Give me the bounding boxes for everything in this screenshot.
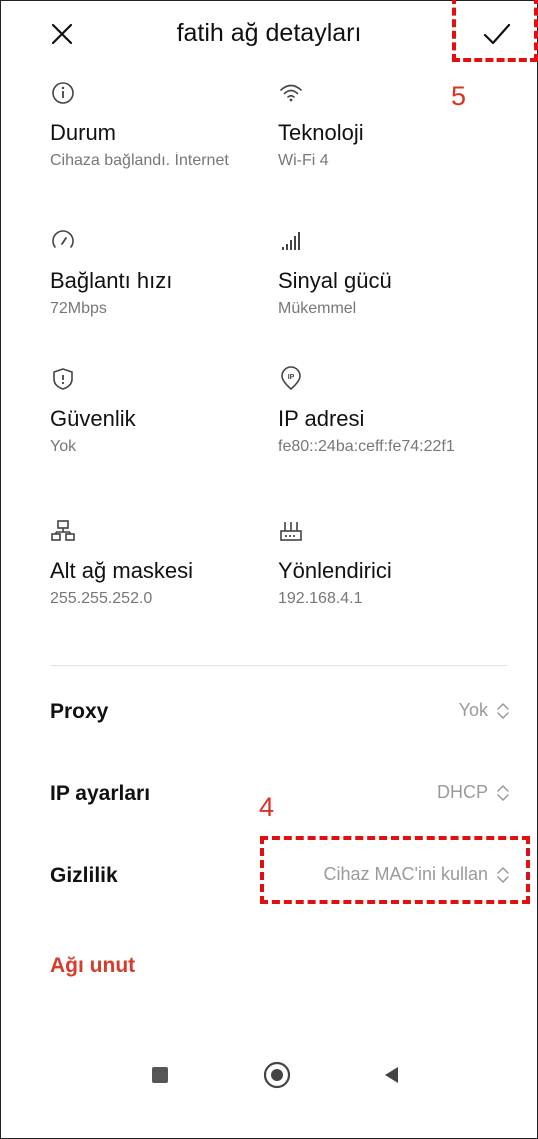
detail-label: Bağlantı hızı (50, 268, 173, 293)
ip-settings-row[interactable]: IP ayarları DHCP (50, 770, 510, 820)
ip-settings-select[interactable]: DHCP (437, 782, 510, 803)
navigation-bar (0, 1055, 538, 1105)
back-button[interactable] (372, 1055, 412, 1095)
section-divider (50, 665, 508, 666)
chevron-up-down-icon (497, 784, 509, 801)
detail-label: Sinyal gücü (278, 268, 392, 293)
chevron-up-down-icon (497, 702, 509, 719)
proxy-value: Yok (458, 700, 488, 720)
svg-text:IP: IP (288, 374, 295, 381)
ip-settings-value: DHCP (436, 782, 488, 802)
detail-value: Cihaza bağlandı. İnternet (50, 152, 229, 169)
detail-label: Güvenlik (50, 406, 136, 431)
detail-label: IP adresi (278, 406, 365, 431)
recents-button[interactable] (140, 1055, 180, 1095)
square-icon (152, 1067, 168, 1083)
signal-bars-icon (282, 232, 300, 250)
router-icon (280, 522, 302, 541)
speedometer-icon (52, 230, 74, 248)
annotation-box-confirm (452, 0, 538, 62)
proxy-select[interactable]: Yok (459, 700, 510, 721)
detail-label: Yönlendirici (278, 558, 392, 583)
detail-value: Yok (50, 438, 77, 455)
detail-label: Alt ağ maskesi (50, 558, 194, 583)
home-button[interactable] (257, 1055, 297, 1095)
home-circle-icon (263, 1061, 291, 1089)
detail-label: Teknoloji (278, 120, 364, 145)
detail-value: fe80::24ba:ceff:fe74:22f1 (278, 438, 455, 455)
privacy-label: Gizlilik (50, 864, 118, 887)
shield-icon (53, 368, 73, 390)
detail-value: 192.168.4.1 (278, 590, 363, 607)
network-tree-icon (51, 520, 75, 541)
wifi-icon (280, 84, 302, 102)
detail-value: Wi-Fi 4 (278, 152, 329, 169)
forget-network-button[interactable]: Ağı unut (50, 954, 135, 978)
annotation-box-privacy (260, 836, 530, 904)
ip-pin-icon: IP (281, 366, 301, 390)
annotation-number-5: 5 (451, 81, 467, 111)
proxy-label: Proxy (50, 700, 109, 723)
back-triangle-icon (385, 1067, 398, 1083)
annotation-number-4: 4 (259, 792, 275, 822)
detail-value: 255.255.252.0 (50, 590, 153, 607)
proxy-row[interactable]: Proxy Yok (50, 688, 510, 738)
detail-label: Durum (50, 120, 117, 145)
detail-value: 72Mbps (50, 300, 107, 317)
info-icon (52, 82, 74, 104)
detail-value: Mükemmel (278, 300, 357, 317)
ip-settings-label: IP ayarları (50, 782, 151, 805)
